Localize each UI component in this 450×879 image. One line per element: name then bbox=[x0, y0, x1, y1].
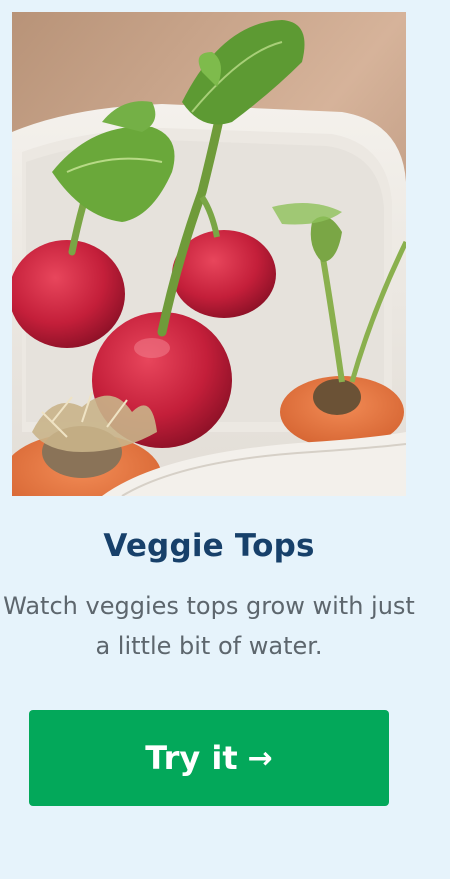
activity-title: Veggie Tops bbox=[103, 528, 315, 564]
arrow-right-icon: → bbox=[247, 740, 273, 776]
try-it-button[interactable]: Try it → bbox=[29, 710, 389, 806]
activity-card: Veggie Tops Watch veggies tops grow with… bbox=[0, 0, 450, 879]
veggie-tops-photo bbox=[12, 12, 406, 496]
try-it-label: Try it bbox=[145, 739, 238, 777]
activity-description: Watch veggies tops grow with just a litt… bbox=[3, 592, 415, 660]
